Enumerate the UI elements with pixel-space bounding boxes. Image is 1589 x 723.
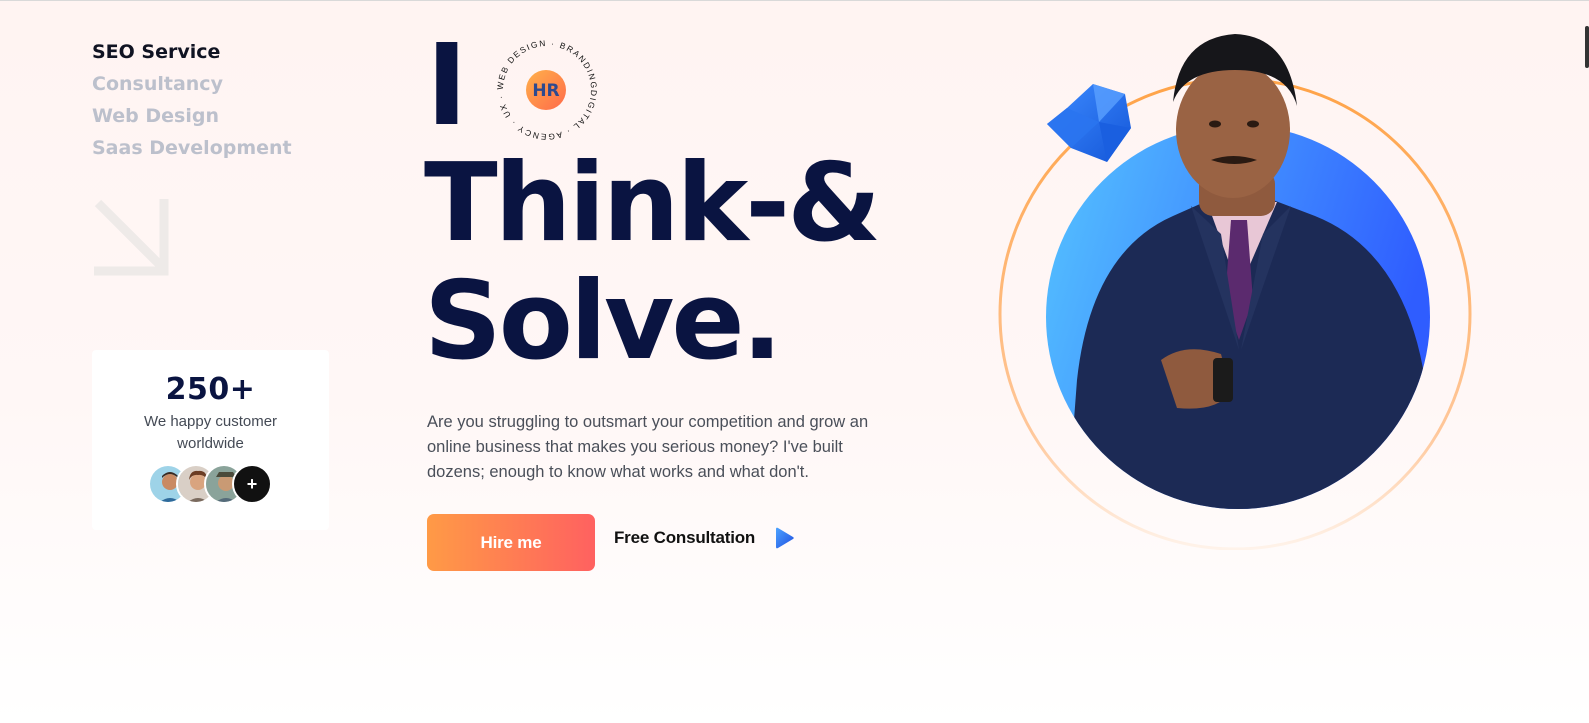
gem-icon: [1047, 84, 1131, 162]
customers-card: 250+ We happy customer worldwide +: [92, 350, 329, 530]
play-icon[interactable]: [773, 527, 795, 549]
hero-heading-line1: Think-&: [424, 141, 881, 266]
customers-caption: We happy customer worldwide: [143, 413, 278, 452]
hero-description: Are you struggling to outsmart your comp…: [427, 413, 869, 481]
avatar-group: +: [148, 464, 278, 504]
hero-heading-line2: Solve.: [424, 259, 783, 384]
hero-portrait: [998, 34, 1472, 550]
customers-count: 250+: [165, 372, 256, 407]
hire-me-button[interactable]: Hire me: [427, 514, 595, 571]
top-divider: [0, 0, 1589, 1]
brand-badge: WEB DESIGN · BRANDINGDIGITAL · AGENCY · …: [495, 38, 598, 142]
arrow-down-right-icon: [94, 199, 169, 276]
services-list: SEO Service Consultancy Web Design Saas …: [92, 36, 292, 164]
service-web-design[interactable]: Web Design: [92, 100, 292, 132]
more-customers-button[interactable]: +: [232, 464, 272, 504]
service-seo[interactable]: SEO Service: [92, 36, 292, 68]
free-consultation-link[interactable]: Free Consultation: [614, 526, 795, 550]
service-saas-development[interactable]: Saas Development: [92, 132, 292, 164]
service-consultancy[interactable]: Consultancy: [92, 68, 292, 100]
hero-heading-i: I: [426, 21, 468, 151]
scrollbar[interactable]: [1585, 26, 1589, 68]
badge-logo-text: HR: [532, 81, 559, 101]
free-consultation-label: Free Consultation: [614, 528, 756, 547]
